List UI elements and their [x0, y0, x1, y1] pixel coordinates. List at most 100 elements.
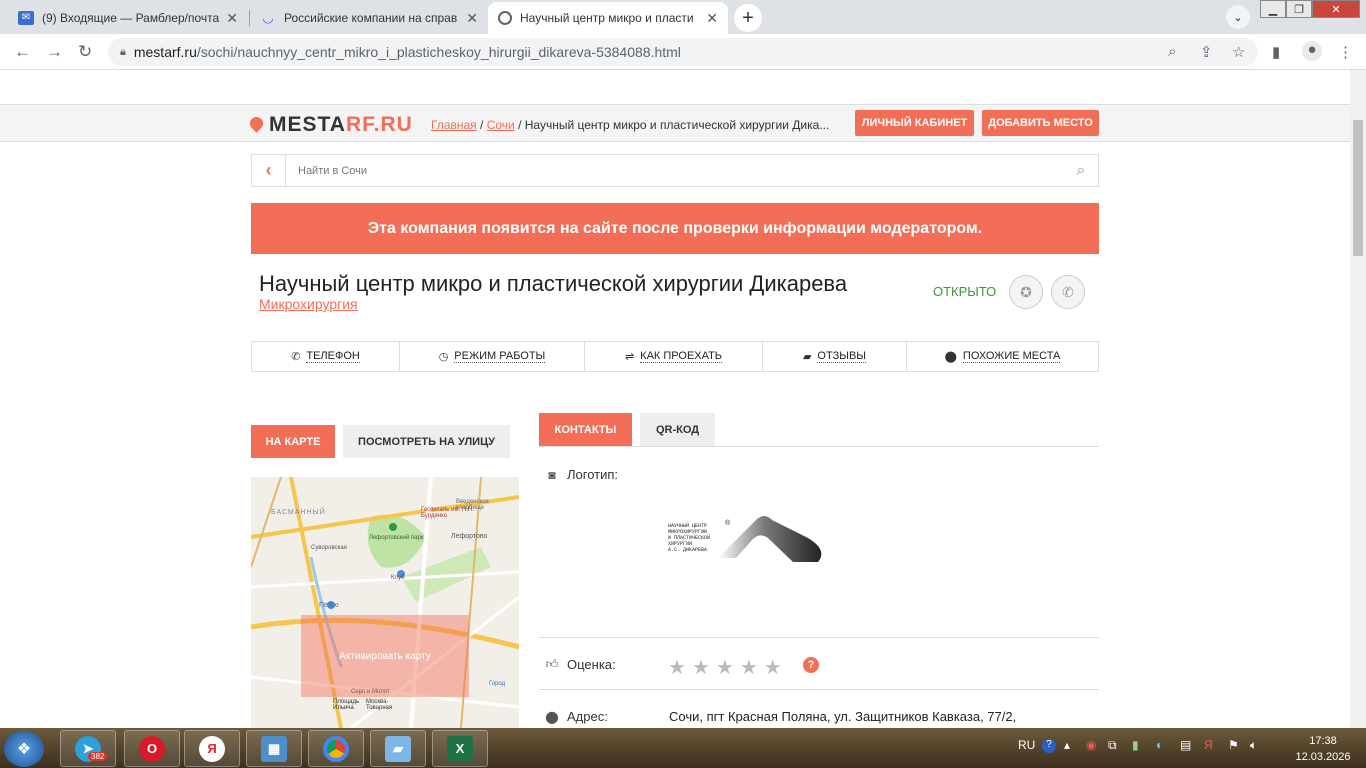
logo-label: Логотип:: [567, 467, 619, 482]
logo-accent: RF.RU: [345, 113, 413, 136]
search-input[interactable]: [286, 164, 1064, 177]
star-icon[interactable]: ★: [740, 655, 758, 680]
star-icon[interactable]: ★: [764, 655, 782, 680]
search-bar: ‹ ⌕: [251, 154, 1099, 187]
map-label: Лефортовский парк: [369, 535, 424, 541]
side-panel-icon[interactable]: ▮: [1272, 43, 1280, 61]
map-view[interactable]: БАСМАННЫЙ Лефортовский парк Госпиталь им…: [251, 477, 519, 728]
activate-map-button[interactable]: Активировать карту: [301, 615, 469, 697]
rating-label: Оценка:: [567, 657, 616, 672]
help-tray-icon[interactable]: ?: [1042, 739, 1056, 753]
help-icon[interactable]: ?: [803, 657, 819, 673]
rating-stars[interactable]: ★ ★ ★ ★ ★: [668, 655, 782, 680]
new-tab-button[interactable]: +: [734, 4, 762, 32]
address-bar[interactable]: 🔒︎ mestarf.ru/sochi/nauchnyy_centr_mikro…: [108, 38, 1258, 66]
map-label: Клуб: [391, 575, 405, 581]
chevron-left-icon[interactable]: ‹: [252, 155, 286, 186]
close-icon[interactable]: ✕: [466, 10, 478, 27]
map-label: Москва-Товарная: [366, 699, 393, 711]
menu-dots-icon[interactable]: ⋮: [1338, 43, 1353, 61]
volume-icon[interactable]: 🔈︎: [1250, 738, 1257, 753]
camera-icon: ◙: [548, 467, 556, 482]
star-bookmark-icon[interactable]: ☆: [1232, 43, 1245, 61]
section-nav-reviews[interactable]: ▰ ОТЗЫВЫ: [763, 342, 907, 371]
network-icon[interactable]: ▮: [1132, 738, 1139, 752]
section-nav-route[interactable]: ⇌ КАК ПРОЕХАТЬ: [585, 342, 763, 371]
taskbar-notes[interactable]: ▰: [370, 730, 426, 767]
taskbar-telegram[interactable]: ➤: [60, 730, 116, 767]
award-icon[interactable]: ✪: [1009, 275, 1043, 309]
mail-icon: ✉: [18, 11, 34, 25]
company-logo-graphic: [718, 516, 822, 562]
add-place-button[interactable]: ДОБАВИТЬ МЕСТО: [982, 110, 1099, 136]
address-label: Адрес:: [567, 709, 608, 724]
status-badge: ОТКРЫТО: [933, 284, 997, 299]
pin-icon: ⬤: [545, 709, 559, 724]
url-host: mestarf.ru: [133, 44, 197, 60]
tab-qr-code[interactable]: QR-КОД: [640, 413, 715, 446]
profile-avatar-icon[interactable]: ●: [1302, 41, 1322, 61]
control-panel-icon: ▦: [261, 735, 287, 762]
phone-icon[interactable]: ✆: [1051, 275, 1085, 309]
close-icon[interactable]: ✕: [706, 10, 718, 27]
page-scrollbar[interactable]: [1350, 70, 1366, 728]
yandex-browser-icon: Я: [199, 735, 225, 762]
forward-arrow-icon[interactable]: →: [46, 42, 63, 62]
section-nav-similar[interactable]: ⬤ ПОХОЖИЕ МЕСТА: [907, 342, 1098, 371]
browser-tab-mail[interactable]: ✉ (9) Входящие — Рамблер/почта ✕: [8, 2, 248, 34]
minimize-button[interactable]: ▁: [1260, 0, 1286, 18]
tab-contacts[interactable]: КОНТАКТЫ: [539, 413, 632, 446]
company-logo: НАУЧНЫЙ ЦЕНТР МИКРОХИРУРГИИ И ПЛАСТИЧЕСК…: [668, 508, 833, 566]
breadcrumb-city-link[interactable]: Сочи: [487, 118, 515, 132]
sync-icon[interactable]: ⧉: [1108, 738, 1117, 753]
site-logo[interactable]: MESTARF.RU: [247, 113, 413, 137]
star-icon[interactable]: ★: [716, 655, 734, 680]
windows-start-icon[interactable]: ❖: [4, 731, 44, 767]
taskbar-excel[interactable]: X: [432, 730, 488, 767]
address-value: Сочи, пгт Красная Поляна, ул. Защитников…: [669, 709, 1017, 724]
browser-tab-strip: ✉ (9) Входящие — Рамблер/почта ✕ ◡ Росси…: [0, 0, 1366, 34]
flag-icon[interactable]: ⚑: [1228, 738, 1239, 752]
close-icon[interactable]: ✕: [226, 10, 238, 27]
breadcrumb-current: Научный центр микро и пластической хирур…: [524, 118, 830, 132]
reload-icon[interactable]: ↻: [78, 42, 92, 62]
section-nav-label: КАК ПРОЕХАТЬ: [640, 350, 723, 363]
tray-app-icon[interactable]: ◐: [1156, 738, 1163, 752]
share-icon[interactable]: ⇪: [1200, 43, 1213, 61]
site-favicon-icon: ◡: [262, 10, 274, 25]
taskbar-chrome[interactable]: [308, 730, 364, 767]
chrome-icon: [323, 735, 349, 762]
antivirus-icon[interactable]: ◉: [1086, 738, 1096, 752]
back-arrow-icon[interactable]: ←: [14, 42, 31, 62]
section-nav-hours[interactable]: ◷ РЕЖИМ РАБОТЫ: [400, 342, 585, 371]
taskbar-yandex[interactable]: Я: [184, 730, 240, 767]
zoom-icon[interactable]: ⌕: [1168, 43, 1176, 60]
language-indicator[interactable]: RU: [1018, 738, 1035, 752]
category-link[interactable]: Микрохирургия: [259, 296, 358, 312]
star-icon[interactable]: ★: [692, 655, 710, 680]
window-close-button[interactable]: ✕: [1312, 0, 1360, 18]
opera-icon: O: [139, 735, 165, 762]
taskbar-control-panel[interactable]: ▦: [246, 730, 302, 767]
breadcrumb-home-link[interactable]: Главная: [431, 118, 477, 132]
address-row-label: ⬤ Адрес:: [545, 709, 608, 724]
maximize-button[interactable]: ❐: [1286, 0, 1312, 18]
tray-arrow-icon[interactable]: ▴: [1064, 738, 1070, 752]
search-icon[interactable]: ⌕: [1064, 162, 1098, 180]
personal-cabinet-button[interactable]: ЛИЧНЫЙ КАБИНЕТ: [855, 110, 974, 136]
yandex-tray-icon[interactable]: Я: [1204, 738, 1213, 752]
clipboard-icon[interactable]: ▤: [1180, 738, 1191, 752]
site-header: MESTARF.RU Главная / Сочи / Научный цент…: [0, 104, 1350, 142]
map-label: Петро: [319, 602, 339, 609]
browser-tab-companies[interactable]: ◡ Российские компании на справ ✕: [250, 2, 488, 34]
tab-on-map[interactable]: НА КАРТЕ: [251, 425, 335, 458]
tab-street-view[interactable]: ПОСМОТРЕТЬ НА УЛИЦУ: [343, 425, 510, 458]
browser-tab-active[interactable]: Научный центр микро и пласти ✕: [488, 2, 728, 34]
section-nav-phone[interactable]: ✆ ТЕЛЕФОН: [252, 342, 400, 371]
star-icon[interactable]: ★: [668, 655, 686, 680]
system-clock[interactable]: 17:38 12.03.2026: [1290, 733, 1356, 765]
taskbar-opera[interactable]: O: [124, 730, 180, 767]
scrollbar-thumb[interactable]: [1353, 120, 1363, 256]
clock-time: 17:38: [1309, 735, 1337, 747]
chevron-down-icon[interactable]: ⌄: [1226, 5, 1250, 29]
